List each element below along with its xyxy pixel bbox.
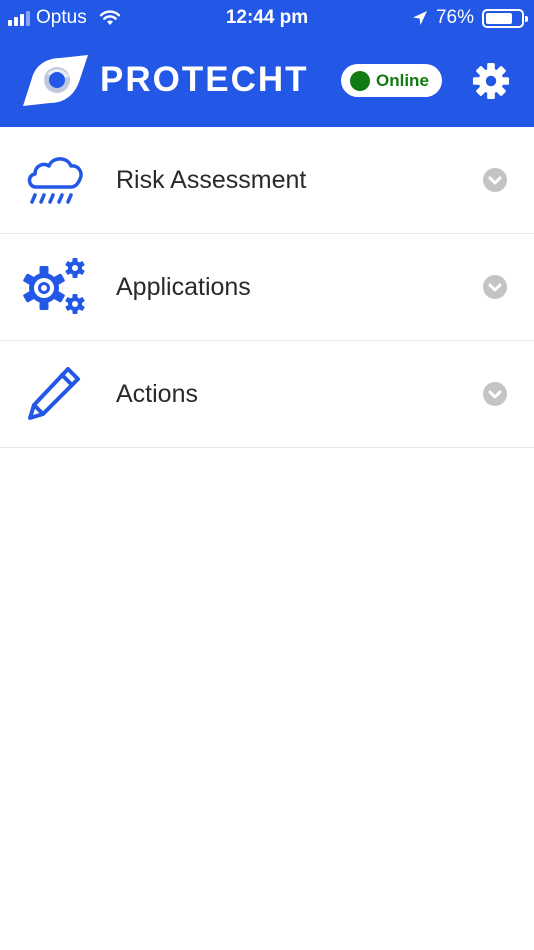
- connection-status-badge[interactable]: Online: [341, 64, 442, 97]
- battery-percent: 76%: [435, 7, 474, 28]
- chevron-down-icon[interactable]: [483, 168, 507, 192]
- protecht-logo: [23, 55, 88, 106]
- menu-item-actions[interactable]: Actions: [0, 341, 534, 448]
- pencil-icon: [28, 367, 80, 420]
- menu-item-risk-assessment[interactable]: Risk Assessment: [0, 127, 534, 234]
- gears-icon: [23, 258, 85, 314]
- brand-name: PROTECHT: [100, 60, 309, 99]
- cloud-rain-icon: [27, 157, 83, 204]
- connection-status-label: Online: [376, 70, 429, 90]
- menu-item-label: Actions: [116, 380, 198, 408]
- menu-item-label: Applications: [116, 273, 251, 301]
- app-header: Optus 12:44 pm 76% PROTECHT Online: [0, 0, 534, 127]
- battery-icon: [482, 8, 528, 28]
- menu-item-applications[interactable]: Applications: [0, 234, 534, 341]
- menu-item-label: Risk Assessment: [116, 166, 307, 194]
- chevron-down-icon[interactable]: [483, 382, 507, 406]
- status-bar: Optus 12:44 pm 76%: [0, 0, 534, 36]
- status-right: 76%: [412, 7, 528, 29]
- location-arrow-icon: [412, 11, 427, 25]
- chevron-down-icon[interactable]: [483, 275, 507, 299]
- main-menu: Risk Assessment Applications Actions: [0, 127, 534, 448]
- battery-fill: [486, 12, 512, 24]
- online-indicator-icon: [350, 70, 370, 91]
- settings-gear-icon[interactable]: [472, 62, 510, 100]
